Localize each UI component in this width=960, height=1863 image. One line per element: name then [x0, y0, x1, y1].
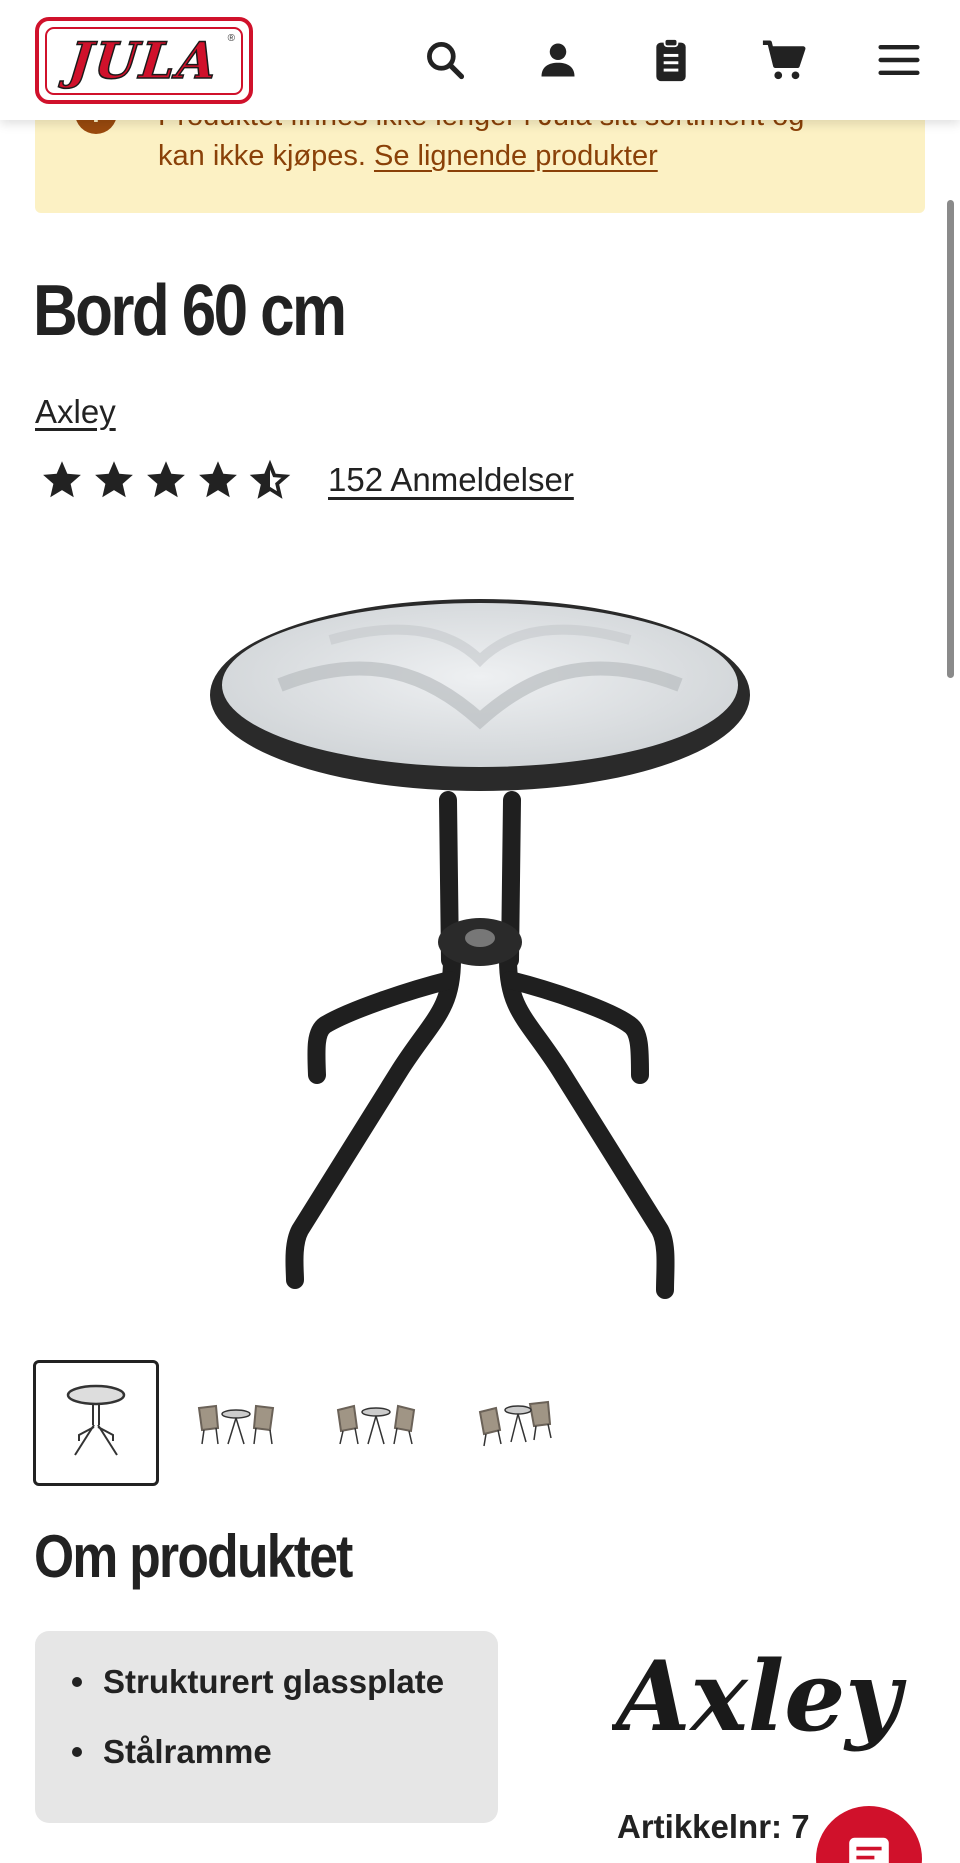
reviews-link[interactable]: 152 Anmeldelser: [328, 461, 574, 499]
chat-icon: [849, 1837, 889, 1863]
thumbnail-set[interactable]: [453, 1360, 579, 1486]
thumbnail-set[interactable]: [173, 1360, 299, 1486]
logo-text: JULA: [66, 30, 223, 91]
registered-mark: ®: [227, 32, 235, 44]
cart-icon[interactable]: [756, 32, 812, 88]
search-icon[interactable]: [417, 32, 473, 88]
similar-products-link[interactable]: Se lignende produkter: [374, 140, 658, 172]
brand-logo-text: Axley: [612, 1640, 907, 1753]
clipboard-icon[interactable]: [643, 32, 699, 88]
feature-item: Strukturert glassplate: [68, 1663, 498, 1733]
account-icon[interactable]: [530, 32, 586, 88]
notice-text: kan ikke kjøpes.: [158, 140, 374, 172]
menu-icon[interactable]: [871, 32, 927, 88]
product-title: Bord 60 cm: [33, 271, 347, 351]
feature-list-box: Strukturert glassplate Stålramme: [35, 1631, 498, 1823]
product-image-table[interactable]: [200, 580, 760, 1310]
article-number: Artikkelnr: 7: [617, 1808, 810, 1845]
notice-text-line2: kan ikke kjøpes. Se lignende produkter: [158, 140, 658, 173]
star-half-icon: [249, 459, 291, 499]
axley-brand-logo: Axley: [612, 1640, 907, 1753]
star-icon: [95, 461, 133, 498]
jula-logo[interactable]: JULA ®: [35, 17, 253, 104]
rating[interactable]: 152 Anmeldelser: [40, 458, 574, 502]
about-heading: Om produktet: [34, 1523, 353, 1590]
feature-list: Strukturert glassplate Stålramme: [68, 1663, 498, 1803]
star-icon: [147, 461, 185, 498]
star-icon: [199, 461, 237, 498]
thumbnail-set[interactable]: [313, 1360, 439, 1486]
star-icon: [43, 461, 81, 498]
chat-button[interactable]: [816, 1806, 922, 1863]
site-header: JULA ®: [0, 0, 960, 120]
page-scrollbar[interactable]: [947, 200, 954, 678]
thumbnail-table[interactable]: [33, 1360, 159, 1486]
feature-item: Stålramme: [68, 1733, 498, 1803]
brand-link[interactable]: Axley: [35, 393, 116, 431]
